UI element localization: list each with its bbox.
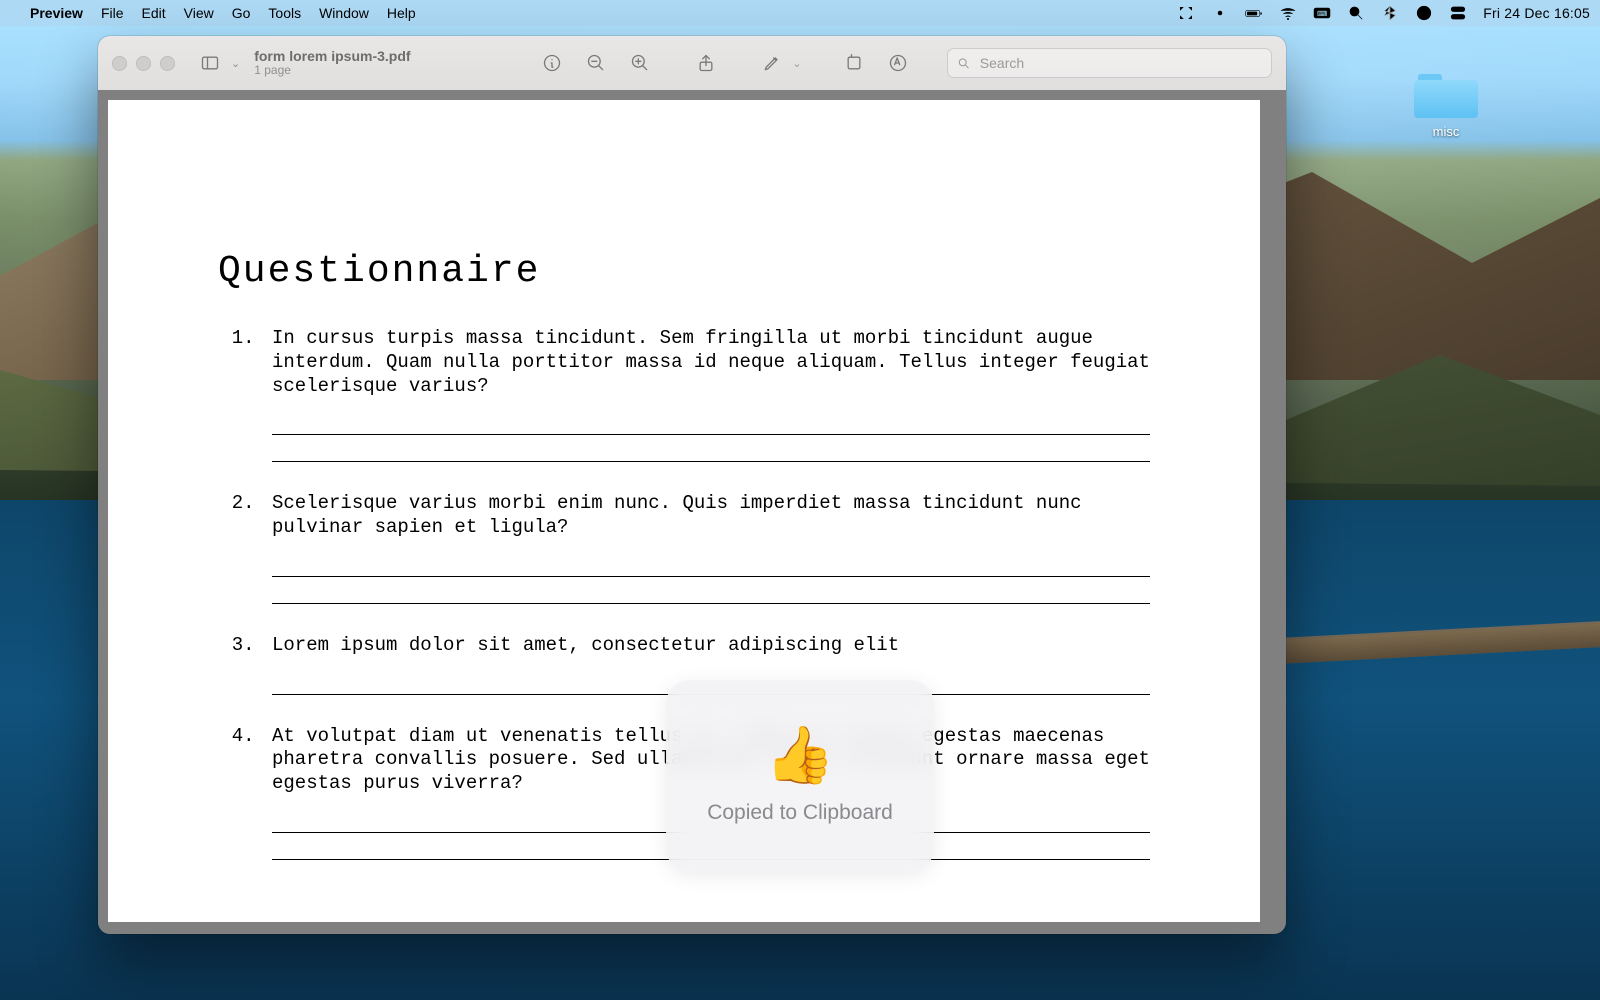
question-item: Scelerisque varius morbi enim nunc. Quis… bbox=[266, 492, 1150, 604]
question-text: Scelerisque varius morbi enim nunc. Quis… bbox=[272, 492, 1150, 540]
fullscreen-icon[interactable] bbox=[1177, 4, 1195, 22]
menu-edit[interactable]: Edit bbox=[142, 5, 166, 21]
copied-to-clipboard-hud: 👍 Copied to Clipboard bbox=[666, 680, 934, 872]
chevron-down-icon[interactable]: ⌄ bbox=[231, 57, 240, 70]
spotlight-icon[interactable] bbox=[1347, 4, 1365, 22]
app-name[interactable]: Preview bbox=[30, 5, 83, 21]
question-item: In cursus turpis massa tincidunt. Sem fr… bbox=[266, 327, 1150, 462]
traffic-zoom[interactable] bbox=[160, 56, 175, 71]
question-text: In cursus turpis massa tincidunt. Sem fr… bbox=[272, 327, 1150, 398]
info-button[interactable] bbox=[535, 48, 569, 78]
document-filename: form lorem ipsum-3.pdf bbox=[254, 48, 410, 64]
menu-file[interactable]: File bbox=[101, 5, 124, 21]
menu-tools[interactable]: Tools bbox=[268, 5, 301, 21]
keyboard-layout-icon[interactable]: ⌨ bbox=[1313, 4, 1331, 22]
zoom-in-button[interactable] bbox=[623, 48, 657, 78]
status-menu-icon[interactable] bbox=[1211, 4, 1229, 22]
answer-line bbox=[272, 554, 1150, 577]
search-field[interactable] bbox=[947, 48, 1272, 78]
bluetooth-off-icon[interactable] bbox=[1381, 4, 1399, 22]
control-center-icon[interactable] bbox=[1449, 4, 1467, 22]
desktop-folder-label: misc bbox=[1410, 124, 1482, 139]
hud-message: Copied to Clipboard bbox=[707, 801, 893, 825]
folder-icon bbox=[1414, 70, 1478, 118]
markup-button[interactable] bbox=[755, 48, 789, 78]
menubar-clock[interactable]: Fri 24 Dec 16:05 bbox=[1483, 5, 1590, 21]
thumbs-up-icon: 👍 bbox=[765, 727, 835, 783]
answer-line bbox=[272, 412, 1150, 435]
document-title: form lorem ipsum-3.pdf 1 page bbox=[254, 48, 410, 78]
svg-text:⌨: ⌨ bbox=[1317, 10, 1327, 18]
window-traffic-lights bbox=[112, 56, 175, 71]
search-icon bbox=[957, 56, 971, 71]
user-icon[interactable] bbox=[1415, 4, 1433, 22]
wifi-icon[interactable] bbox=[1279, 4, 1297, 22]
zoom-out-button[interactable] bbox=[579, 48, 613, 78]
document-pagecount: 1 page bbox=[254, 64, 410, 78]
answer-line bbox=[272, 439, 1150, 462]
answer-line bbox=[272, 581, 1150, 604]
traffic-close[interactable] bbox=[112, 56, 127, 71]
vertical-scrollbar[interactable] bbox=[1274, 96, 1284, 928]
battery-icon[interactable] bbox=[1245, 4, 1263, 22]
menu-go[interactable]: Go bbox=[232, 5, 251, 21]
highlight-button[interactable] bbox=[881, 48, 915, 78]
rotate-button[interactable] bbox=[837, 48, 871, 78]
menu-window[interactable]: Window bbox=[319, 5, 369, 21]
search-input[interactable] bbox=[978, 54, 1262, 72]
sidebar-toggle-button[interactable] bbox=[193, 48, 227, 78]
share-button[interactable] bbox=[689, 48, 723, 78]
page-title: Questionnaire bbox=[218, 250, 1150, 293]
menu-view[interactable]: View bbox=[184, 5, 214, 21]
traffic-minimize[interactable] bbox=[136, 56, 151, 71]
macos-menubar: Preview File Edit View Go Tools Window H… bbox=[0, 0, 1600, 26]
window-titlebar[interactable]: ⌄ form lorem ipsum-3.pdf 1 page ⌄ bbox=[98, 36, 1286, 90]
desktop-folder-misc[interactable]: misc bbox=[1410, 70, 1482, 139]
chevron-down-icon[interactable]: ⌄ bbox=[789, 57, 805, 70]
question-text: Lorem ipsum dolor sit amet, consectetur … bbox=[272, 634, 1150, 658]
menu-help[interactable]: Help bbox=[387, 5, 416, 21]
